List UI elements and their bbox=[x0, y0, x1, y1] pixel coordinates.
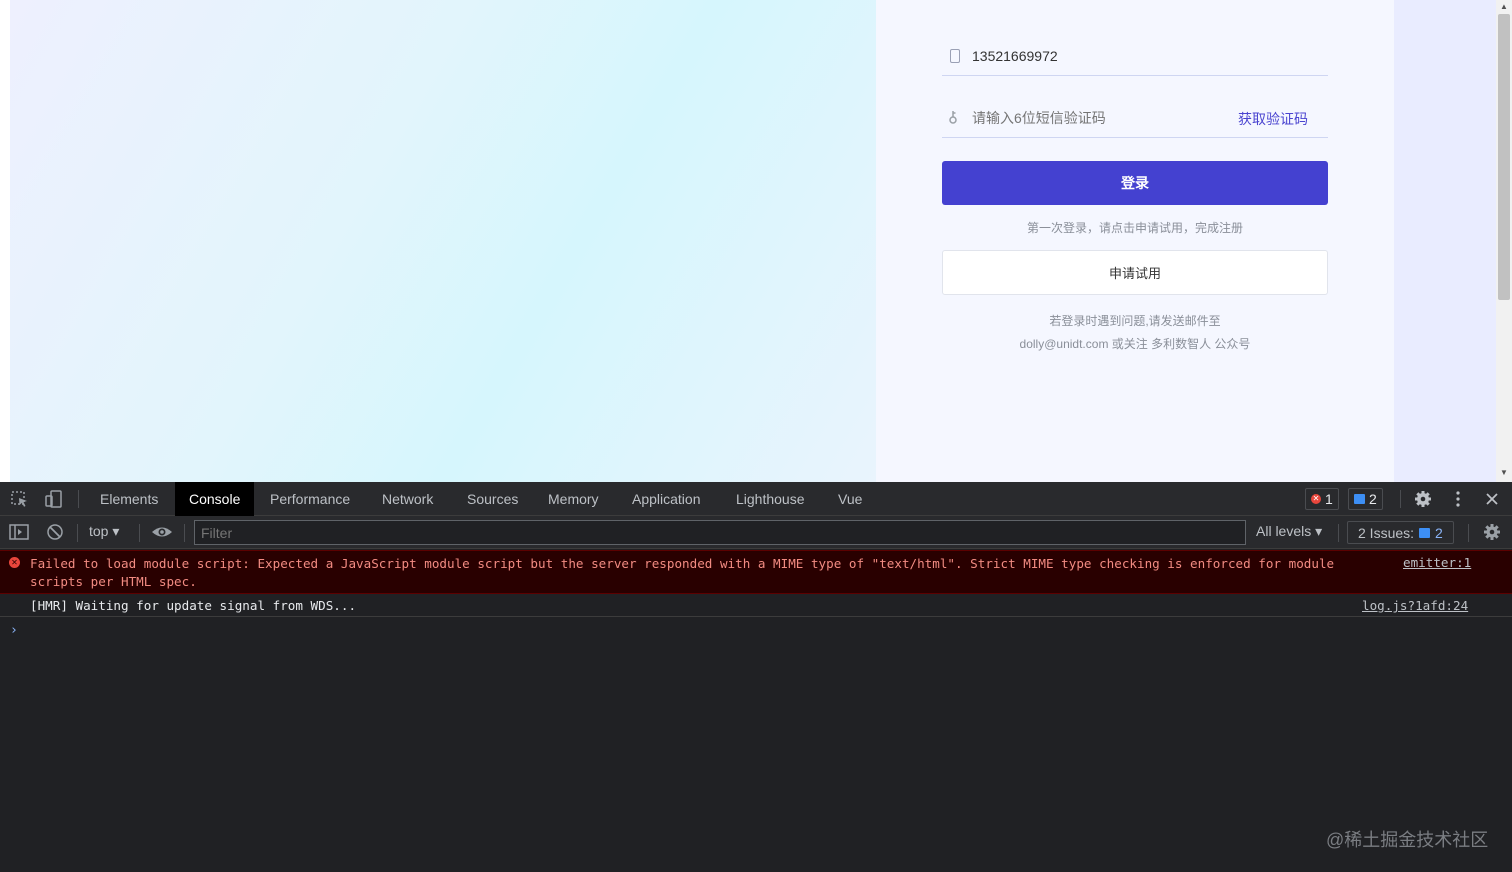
tab-elements[interactable]: Elements bbox=[86, 482, 172, 516]
page-scrollbar-thumb[interactable] bbox=[1498, 14, 1510, 300]
log-source-link[interactable]: log.js?1afd:24 bbox=[1362, 598, 1468, 613]
error-message-text: Failed to load module script: Expected a… bbox=[30, 556, 1335, 589]
toolbar-divider bbox=[139, 524, 140, 542]
help-text-line1: 若登录时遇到问题,请发送邮件至 bbox=[1049, 314, 1221, 328]
apply-trial-button[interactable]: 申请试用 bbox=[942, 250, 1328, 295]
hero-background bbox=[10, 0, 876, 482]
page-right-strip bbox=[1394, 0, 1496, 482]
tab-console[interactable]: Console bbox=[175, 482, 255, 516]
more-options-icon[interactable] bbox=[1448, 490, 1468, 508]
issues-count: 2 bbox=[1435, 524, 1443, 541]
console-settings-gear-icon[interactable] bbox=[1482, 523, 1502, 546]
scroll-up-arrow-icon[interactable]: ▲ bbox=[1500, 2, 1508, 11]
phone-field[interactable]: 13521669972 bbox=[942, 36, 1328, 76]
phone-icon bbox=[950, 49, 960, 63]
log-message-text: [HMR] Waiting for update signal from WDS… bbox=[30, 598, 357, 613]
live-expression-eye-icon[interactable] bbox=[151, 523, 173, 546]
devtools-tabbar: Elements Console Performance Network Sou… bbox=[0, 482, 1512, 516]
console-prompt[interactable]: › bbox=[10, 623, 18, 638]
phone-value: 13521669972 bbox=[972, 48, 1058, 64]
watermark: @稀土掘金技术社区 bbox=[1326, 830, 1489, 850]
sidebar-toggle-icon[interactable] bbox=[9, 523, 29, 546]
issue-message-icon bbox=[1419, 527, 1431, 538]
get-code-link[interactable]: 获取验证码 bbox=[1238, 109, 1308, 129]
close-devtools-icon[interactable] bbox=[1482, 490, 1502, 508]
key-icon bbox=[948, 110, 960, 126]
issues-button[interactable]: 2 Issues: 2 bbox=[1347, 521, 1454, 544]
clear-console-icon[interactable] bbox=[45, 523, 65, 546]
message-icon bbox=[1354, 494, 1365, 504]
console-log-message[interactable]: [HMR] Waiting for update signal from WDS… bbox=[0, 595, 1512, 617]
first-login-hint: 第一次登录，请点击申请试用，完成注册 bbox=[1026, 221, 1243, 235]
tab-application[interactable]: Application bbox=[618, 482, 715, 516]
sms-code-input[interactable] bbox=[972, 110, 1222, 126]
settings-gear-icon[interactable] bbox=[1413, 490, 1433, 508]
help-text-line2: dolly@unidt.com 或关注 多利数智人 公众号 bbox=[1019, 337, 1251, 351]
tab-vue[interactable]: Vue bbox=[824, 482, 876, 516]
sms-code-field[interactable]: 获取验证码 bbox=[942, 98, 1328, 138]
scroll-down-arrow-icon[interactable]: ▼ bbox=[1500, 468, 1508, 477]
device-toolbar-icon[interactable] bbox=[44, 490, 64, 508]
error-count-badge[interactable]: ✕ 1 bbox=[1305, 488, 1339, 510]
error-count: 1 bbox=[1325, 491, 1333, 507]
toolbar-divider bbox=[184, 524, 185, 542]
log-levels-value: All levels bbox=[1256, 523, 1312, 539]
devtools-panel: Elements Console Performance Network Sou… bbox=[0, 482, 1512, 872]
tab-network[interactable]: Network bbox=[368, 482, 447, 516]
error-icon: ✕ bbox=[1311, 494, 1321, 504]
console-toolbar: top ▾ All levels ▾ 2 Issues: 2 bbox=[0, 516, 1512, 549]
message-count: 2 bbox=[1369, 491, 1377, 507]
tab-performance[interactable]: Performance bbox=[256, 482, 364, 516]
log-levels-dropdown[interactable]: All levels ▾ bbox=[1256, 523, 1322, 540]
tab-lighthouse[interactable]: Lighthouse bbox=[722, 482, 819, 516]
console-error-message[interactable]: ✕ Failed to load module script: Expected… bbox=[0, 550, 1512, 594]
console-filter-input[interactable] bbox=[194, 520, 1246, 545]
tab-sources[interactable]: Sources bbox=[453, 482, 532, 516]
context-value: top bbox=[89, 523, 109, 539]
page-left-edge bbox=[0, 0, 10, 482]
error-icon: ✕ bbox=[9, 557, 20, 568]
toolbar-divider bbox=[1468, 524, 1469, 542]
web-page: 13521669972 获取验证码 登录 第一次登录，请点击申请试用，完成注册 … bbox=[0, 0, 1512, 482]
toolbar-divider bbox=[77, 524, 78, 542]
error-source-link[interactable]: emitter:1 bbox=[1403, 555, 1471, 570]
tab-memory[interactable]: Memory bbox=[534, 482, 613, 516]
login-button[interactable]: 登录 bbox=[942, 161, 1328, 205]
tabbar-divider bbox=[78, 490, 79, 508]
message-count-badge[interactable]: 2 bbox=[1348, 488, 1383, 510]
tabbar-divider-right bbox=[1400, 490, 1401, 508]
inspect-element-icon[interactable] bbox=[10, 490, 30, 508]
context-selector[interactable]: top ▾ bbox=[89, 523, 119, 540]
issues-label: 2 Issues: bbox=[1358, 524, 1415, 541]
toolbar-divider bbox=[1338, 524, 1339, 542]
